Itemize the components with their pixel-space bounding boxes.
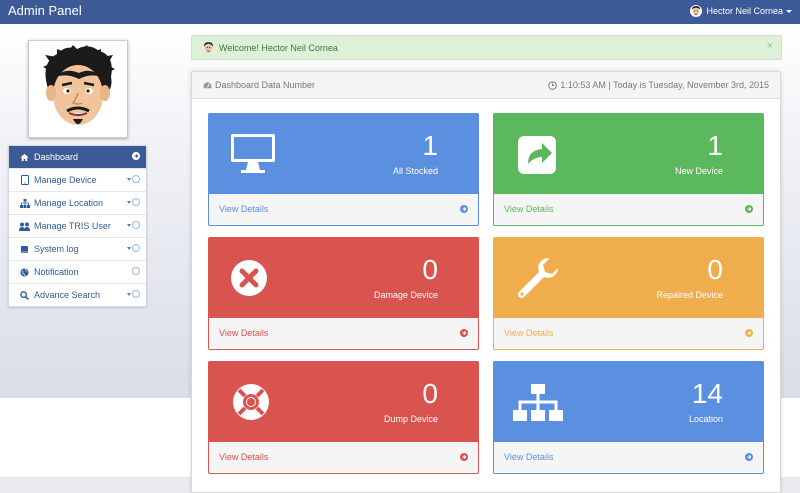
caret-down-icon: [127, 223, 131, 227]
sidebar-item-manage-tris-user[interactable]: Manage TRIS User: [9, 215, 146, 238]
caret-down-icon: [127, 292, 131, 296]
card-location: 14 Location View Details: [493, 361, 764, 474]
book-icon: [19, 244, 30, 255]
globe-icon: [19, 267, 30, 278]
sitemap-icon: [513, 384, 563, 421]
view-details-label: View Details: [219, 328, 269, 338]
circle-icon: [132, 198, 140, 206]
card-damage-device: 0 Damage Device View Details: [208, 237, 479, 350]
card-label: Repaired Device: [656, 290, 723, 300]
view-details-link[interactable]: View Details: [494, 442, 763, 472]
card-label: Location: [688, 414, 723, 424]
close-icon[interactable]: ×: [767, 40, 773, 52]
caret-down-icon: [127, 200, 131, 204]
card-label: New Device: [674, 166, 723, 176]
arrow-circle-right-icon: [132, 152, 140, 160]
sidebar-item-notification[interactable]: Notification: [9, 261, 146, 284]
card-header: 0 Repaired Device: [494, 238, 763, 318]
sidebar-item-manage-device[interactable]: Manage Device: [9, 169, 146, 192]
tablet-icon: [19, 175, 30, 186]
view-details-link[interactable]: View Details: [209, 442, 478, 472]
arrow-circle-right-icon: [460, 453, 468, 461]
sitemap-icon: [19, 198, 30, 209]
caret-down-icon: [127, 177, 131, 181]
card-label: Damage Device: [373, 290, 438, 300]
card-value: 0: [422, 254, 438, 285]
times-circle-icon: [231, 260, 267, 296]
card-value: 1: [422, 130, 438, 161]
sidebar-menu: Dashboard Manage Device Manage Location …: [8, 145, 147, 307]
arrow-circle-right-icon: [460, 329, 468, 337]
arrow-circle-right-icon: [745, 329, 753, 337]
card-repaired-device: 0 Repaired Device View Details: [493, 237, 764, 350]
view-details-link[interactable]: View Details: [494, 194, 763, 224]
circle-icon: [132, 244, 140, 252]
sidebar-item-label: Manage TRIS User: [34, 221, 111, 231]
card-all-stocked: 1 All Stocked View Details: [208, 113, 479, 226]
view-details-link[interactable]: View Details: [494, 318, 763, 348]
card-new-device: 1 New Device View Details: [493, 113, 764, 226]
sidebar-item-label: Advance Search: [34, 290, 101, 300]
card-dump-device: 0 Dump Device View Details: [208, 361, 479, 474]
sidebar-item-label: Manage Device: [34, 175, 97, 185]
circle-icon: [132, 221, 140, 229]
sidebar-item-system-log[interactable]: System log: [9, 238, 146, 261]
life-ring-icon: [233, 384, 269, 420]
view-details-label: View Details: [504, 452, 554, 462]
circle-icon: [132, 267, 140, 275]
sidebar-item-label: Manage Location: [34, 198, 104, 208]
welcome-alert: Welcome! Hector Neil Cornea ×: [191, 35, 782, 60]
top-navbar: Admin Panel Hector Neil Cornea: [0, 0, 800, 24]
caret-down-icon: [127, 246, 131, 250]
sidebar-item-dashboard[interactable]: Dashboard: [9, 146, 146, 169]
sidebar-item-label: Dashboard: [34, 152, 79, 162]
panel-heading: Dashboard Data Number 1:10:53 AM | Today…: [192, 72, 780, 99]
sidebar-item-label: System log: [34, 244, 79, 254]
card-value: 0: [422, 378, 438, 409]
panel-datetime: 1:10:53 AM | Today is Tuesday, November …: [560, 80, 769, 90]
desktop-icon: [231, 134, 275, 173]
alert-message: Welcome! Hector Neil Cornea: [219, 42, 338, 53]
user-menu-toggle[interactable]: Hector Neil Cornea: [690, 5, 792, 17]
circle-icon: [132, 290, 140, 298]
user-name: Hector Neil Cornea: [706, 6, 783, 16]
search-icon: [19, 290, 30, 301]
sidebar-item-advance-search[interactable]: Advance Search: [9, 284, 146, 306]
chevron-down-icon: [786, 9, 792, 13]
card-value: 0: [707, 254, 723, 285]
card-header: 14 Location: [494, 362, 763, 442]
home-icon: [19, 152, 30, 163]
card-label: All Stocked: [392, 166, 438, 176]
wrench-icon: [517, 258, 558, 299]
users-icon: [19, 221, 30, 232]
card-header: 1 All Stocked: [209, 114, 478, 194]
view-details-label: View Details: [219, 204, 269, 214]
sidebar-item-label: Notification: [34, 267, 79, 277]
share-icon: [518, 136, 556, 174]
view-details-link[interactable]: View Details: [209, 194, 478, 224]
user-avatar-icon: [203, 42, 214, 53]
dashboard-gauge-icon: [203, 81, 212, 88]
sidebar-item-manage-location[interactable]: Manage Location: [9, 192, 146, 215]
arrow-circle-right-icon: [745, 453, 753, 461]
clock-icon: [548, 80, 558, 90]
card-value: 1: [707, 130, 723, 161]
brand-title[interactable]: Admin Panel: [8, 3, 82, 18]
card-header: 0 Dump Device: [209, 362, 478, 442]
circle-icon: [132, 175, 140, 183]
card-value: 14: [691, 378, 723, 409]
arrow-circle-right-icon: [460, 205, 468, 213]
view-details-label: View Details: [504, 204, 554, 214]
view-details-link[interactable]: View Details: [209, 318, 478, 348]
card-header: 1 New Device: [494, 114, 763, 194]
view-details-label: View Details: [504, 328, 554, 338]
card-header: 0 Damage Device: [209, 238, 478, 318]
profile-avatar: [28, 40, 128, 138]
arrow-circle-right-icon: [745, 205, 753, 213]
user-avatar-icon: [690, 5, 703, 17]
panel-title: Dashboard Data Number: [215, 80, 316, 90]
card-label: Dump Device: [383, 414, 438, 424]
view-details-label: View Details: [219, 452, 269, 462]
profile-avatar-icon: [43, 45, 115, 125]
